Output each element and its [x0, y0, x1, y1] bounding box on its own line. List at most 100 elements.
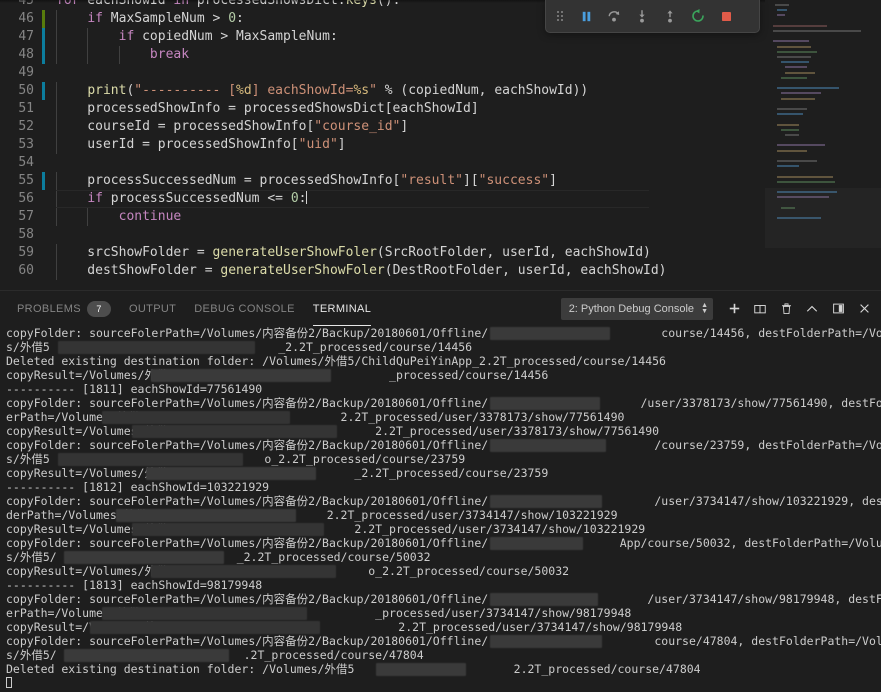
redacted-region — [116, 509, 296, 522]
minimap-line — [777, 56, 811, 58]
debug-toolbar[interactable] — [545, 0, 760, 33]
panel-tab-problems[interactable]: PROBLEMS 7 — [8, 291, 120, 326]
minimap-line — [777, 149, 807, 152]
panel-tab-terminal[interactable]: TERMINAL — [304, 291, 380, 326]
panel-tab-debug-console[interactable]: DEBUG CONSOLE — [185, 291, 304, 326]
debug-pause-button[interactable] — [573, 3, 599, 29]
code-line[interactable]: 48 break — [0, 46, 765, 64]
minimap-slider[interactable] — [765, 188, 881, 248]
code-line-text: if MaxSampleNum > 0: — [87, 11, 244, 26]
line-number: 45 — [18, 0, 34, 8]
toggle-panel-position-button[interactable] — [825, 296, 851, 322]
terminal-line: copyFolder: sourceFolerPath=/Volumes/内容备… — [6, 536, 881, 550]
split-terminal-button[interactable] — [747, 296, 773, 322]
code-line[interactable]: 53 userId = processedShowInfo["uid"] — [0, 136, 765, 154]
kill-terminal-button[interactable] — [773, 296, 799, 322]
terminal-output[interactable]: copyFolder: sourceFolerPath=/Volumes/内容备… — [0, 326, 881, 692]
minimap-line — [773, 40, 809, 43]
editor-minimap[interactable] — [765, 0, 881, 290]
terminal-line-text: ---------- [1812] eachShowId=103221929 — [6, 480, 270, 494]
minimap-line — [777, 123, 799, 126]
code-line[interactable]: 55 processSuccessedNum = processedShowIn… — [0, 172, 765, 190]
terminal-line-text: copyFolder: sourceFolerPath=/Volumes/内容备… — [6, 592, 881, 606]
line-number: 54 — [18, 155, 34, 170]
code-line-text: courseId = processedShowInfo["course_id"… — [56, 119, 409, 134]
code-line[interactable]: 52 courseId = processedShowInfo["course_… — [0, 118, 765, 136]
terminal-line-text: Deleted existing destination folder: /Vo… — [6, 662, 701, 676]
terminal-line: derPath=/Volumes/外借5/ 2.2T_processed/use… — [6, 508, 881, 522]
gutter-change-marker[interactable] — [42, 172, 45, 190]
grip-dots-icon — [557, 11, 563, 21]
gutter-change-marker[interactable] — [42, 28, 45, 46]
gutter-change-marker[interactable] — [42, 82, 45, 100]
line-number: 52 — [18, 119, 34, 134]
code-line-text: break — [149, 47, 190, 62]
terminal-line-text: Deleted existing destination folder: /Vo… — [6, 354, 666, 368]
redacted-region — [132, 425, 337, 438]
redacted-region — [64, 649, 229, 662]
terminal-line-text: erPath=/Volumes/外借5/C 2.2T_processed/use… — [6, 410, 625, 424]
terminal-line: copyResult=/Volumes/外借5, 2.2T_processed/… — [6, 424, 881, 438]
redacted-region — [146, 467, 316, 480]
terminal-line: s/外借5/ .2T_processed/course/47804 — [6, 648, 881, 662]
terminal-line: ---------- [1811] eachShowId=77561490 — [6, 382, 881, 396]
terminal-line-text: copyResult=/Volumes/外借5, 2.2T_processed/… — [6, 522, 646, 536]
terminal-line: copyResult=/Volumes/外借5/ o_2.2T_processe… — [6, 564, 881, 578]
pause-icon — [582, 11, 590, 21]
terminal-line: copyFolder: sourceFolerPath=/Volumes/内容备… — [6, 438, 881, 452]
minimap-line — [785, 66, 807, 69]
step-into-icon — [639, 10, 645, 23]
debug-step-over-button[interactable] — [601, 3, 627, 29]
code-line-text: if copiedNum > MaxSampleNum: — [118, 29, 338, 44]
code-line[interactable]: 51 processedShowInfo = processedShowsDic… — [0, 100, 765, 118]
redacted-region — [102, 411, 290, 424]
line-number: 57 — [18, 209, 34, 224]
minimap-line — [777, 165, 799, 168]
terminal-selector-dropdown[interactable]: 2: Python Debug Console ▲ ▼ — [560, 297, 713, 320]
minimap-line — [777, 9, 787, 12]
panel-tab-list[interactable]: PROBLEMS 7 OUTPUT DEBUG CONSOLE TERMINAL — [0, 291, 380, 326]
debug-restart-button[interactable] — [685, 3, 711, 29]
redacted-region — [102, 607, 307, 620]
debug-stop-button[interactable] — [713, 3, 739, 29]
gutter-change-marker[interactable] — [42, 46, 45, 64]
minimap-line — [781, 92, 821, 95]
panel-tab-label: DEBUG CONSOLE — [194, 302, 295, 315]
terminal-line: copyFolder: sourceFolerPath=/Volumes/内容备… — [6, 592, 881, 606]
panel-tab-output[interactable]: OUTPUT — [120, 291, 185, 326]
panel-tab-label: PROBLEMS — [17, 302, 81, 315]
line-number: 53 — [18, 137, 34, 152]
minimap-line — [773, 24, 827, 27]
code-editor[interactable]: 45 for eachShowId in processedShowsDict.k… — [0, 0, 881, 290]
maximize-panel-button[interactable] — [799, 296, 825, 322]
redacted-region — [490, 635, 602, 648]
code-line[interactable]: 60 destShowFolder = generateUserShowFole… — [0, 262, 765, 280]
code-line-text: for eachShowId in processedShowsDict.key… — [56, 0, 401, 8]
code-line[interactable]: 56 if processSuccessedNum <= 0: — [0, 190, 765, 208]
minimap-line — [781, 97, 815, 100]
minimap-line — [785, 134, 799, 136]
terminal-line: copyResult=/Volumes/外借5/ _processed/cour… — [6, 368, 881, 382]
gutter-change-marker[interactable] — [42, 10, 45, 28]
redacted-region — [490, 397, 600, 410]
code-line[interactable]: 58 — [0, 226, 765, 244]
code-line[interactable]: 57 continue — [0, 208, 765, 226]
line-number: 51 — [18, 101, 34, 116]
terminal-line: ---------- [1812] eachShowId=103221929 — [6, 480, 881, 494]
terminal-line-text: derPath=/Volumes/外借5/ 2.2T_processed/use… — [6, 508, 618, 522]
close-panel-button[interactable] — [851, 296, 877, 322]
terminal-line-text: copyFolder: sourceFolerPath=/Volumes/内容备… — [6, 634, 881, 648]
terminal-prompt-line[interactable] — [6, 676, 881, 690]
debug-toolbar-drag-handle[interactable] — [550, 3, 570, 29]
code-line[interactable]: 54 — [0, 154, 765, 172]
new-terminal-button[interactable] — [721, 296, 747, 322]
split-icon — [754, 304, 766, 313]
line-number: 50 — [18, 83, 34, 98]
debug-step-out-button[interactable] — [657, 3, 683, 29]
code-line[interactable]: 50 print("---------- [%d] eachShowId=%s"… — [0, 82, 765, 100]
code-line[interactable]: 49 — [0, 64, 765, 82]
redacted-region — [151, 369, 331, 382]
panel-action-bar[interactable]: 2: Python Debug Console ▲ ▼ — [560, 291, 877, 326]
debug-step-into-button[interactable] — [629, 3, 655, 29]
code-line[interactable]: 59 srcShowFolder = generateUserShowFoler… — [0, 244, 765, 262]
